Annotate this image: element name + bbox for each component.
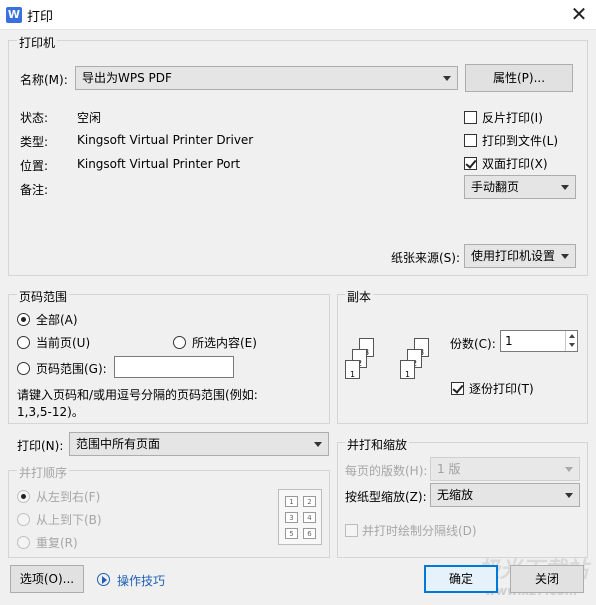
page-number: 1	[404, 370, 411, 379]
copies-count-value: 1	[505, 334, 513, 348]
reverse-print-checkbox[interactable]	[464, 111, 477, 124]
order-top-to-bottom-label[interactable]: 从上到下(B)	[36, 511, 102, 528]
duplex-label[interactable]: 双面打印(X)	[482, 155, 548, 172]
play-circle-icon[interactable]	[97, 573, 110, 586]
close-icon[interactable]: ✕	[566, 2, 592, 26]
layout-cell: 5	[285, 528, 298, 539]
collate-label[interactable]: 逐份打印(T)	[469, 380, 534, 397]
where-value: Kingsoft Virtual Printer Port	[77, 157, 241, 171]
print-what-value: 范围中所有页面	[76, 437, 161, 451]
page-range-group-title: 页码范围	[17, 288, 70, 305]
printer-name-value: 导出为WPS PDF	[82, 71, 172, 85]
scale-select[interactable]: 无缩放	[430, 483, 580, 507]
order-layout-preview: 1 2 3 4 5 6	[278, 489, 322, 545]
layout-cell: 6	[303, 528, 316, 539]
page-range-all-radio[interactable]	[17, 313, 30, 326]
layout-cell-number: 3	[289, 514, 294, 522]
chevron-down-icon	[561, 185, 569, 190]
layout-cell-number: 1	[289, 498, 294, 506]
type-value: Kingsoft Virtual Printer Driver	[77, 133, 254, 147]
uncollated-pages-illustration: 3 2 1	[345, 338, 391, 390]
page-range-pages-radio[interactable]	[17, 362, 30, 375]
order-repeat-radio[interactable]	[17, 536, 30, 549]
paper-source-select[interactable]: 使用打印机设置	[464, 244, 576, 268]
copies-count-label: 份数(C):	[450, 337, 496, 351]
page-range-current-label[interactable]: 当前页(U)	[36, 334, 90, 351]
chevron-down-icon	[565, 493, 573, 498]
duplex-checkbox[interactable]	[464, 157, 477, 170]
page-range-selection-radio[interactable]	[173, 336, 186, 349]
order-left-to-right-label[interactable]: 从左到右(F)	[36, 488, 100, 505]
pages-per-sheet-select[interactable]: 1 版	[430, 457, 580, 481]
status-label: 状态:	[20, 111, 49, 125]
status-value: 空闲	[77, 111, 102, 125]
order-left-to-right-radio[interactable]	[17, 490, 30, 503]
duplex-mode-select[interactable]: 手动翻页	[464, 175, 576, 199]
order-top-to-bottom-radio[interactable]	[17, 513, 30, 526]
page-number: 1	[349, 370, 356, 379]
copies-count-input[interactable]: 1	[500, 330, 578, 352]
order-group-title: 并打顺序	[17, 464, 70, 481]
close-button[interactable]: 关闭	[510, 565, 584, 593]
copies-spinner[interactable]	[565, 331, 577, 351]
spin-up-icon[interactable]	[569, 334, 575, 338]
comment-label: 备注:	[20, 183, 49, 197]
properties-button[interactable]: 属性(P)...	[465, 64, 573, 92]
collated-pages-illustration: 3 2 1	[400, 338, 446, 390]
paper-source-label: 纸张来源(S):	[391, 251, 461, 265]
pages-per-sheet-value: 1 版	[437, 462, 461, 476]
page-range-all-label[interactable]: 全部(A)	[36, 311, 78, 328]
printer-group-title: 打印机	[17, 34, 58, 51]
page-range-hint-line2: 1,3,5-12)。	[17, 405, 84, 419]
layout-cell-number: 4	[307, 514, 312, 522]
page-range-current-radio[interactable]	[17, 336, 30, 349]
page-range-input[interactable]	[114, 356, 234, 378]
chevron-down-icon	[561, 254, 569, 259]
reverse-print-label[interactable]: 反片打印(I)	[482, 109, 543, 126]
printer-name-select[interactable]: 导出为WPS PDF	[75, 66, 458, 90]
layout-cell-number: 6	[307, 530, 312, 538]
print-to-file-checkbox[interactable]	[464, 134, 477, 147]
collate-checkbox[interactable]	[451, 382, 464, 395]
print-to-file-label[interactable]: 打印到文件(L)	[482, 132, 558, 149]
zoom-group-title: 并打和缩放	[345, 436, 410, 453]
layout-cell-number: 5	[289, 530, 294, 538]
page-icon: 1	[400, 360, 415, 379]
play-triangle	[102, 576, 107, 584]
order-repeat-label[interactable]: 重复(R)	[36, 534, 78, 551]
paper-source-value: 使用打印机设置	[471, 249, 556, 263]
chevron-down-icon	[443, 76, 451, 81]
layout-cell: 1	[285, 496, 298, 507]
ok-button[interactable]: 确定	[424, 565, 498, 593]
layout-cell-number: 2	[307, 498, 312, 506]
page-range-hint-line1: 请键入页码和/或用逗号分隔的页码范围(例如:	[17, 388, 258, 402]
print-what-label: 打印(N):	[17, 439, 64, 453]
draw-borders-label[interactable]: 并打时绘制分隔线(D)	[362, 522, 477, 539]
page-icon: 1	[345, 360, 360, 379]
pages-per-sheet-label: 每页的版数(H):	[345, 464, 428, 478]
scale-label: 按纸型缩放(Z):	[345, 490, 427, 504]
title-bar: W 打印 ✕	[0, 0, 596, 30]
where-label: 位置:	[20, 159, 49, 173]
layout-cell: 4	[303, 512, 316, 523]
printer-name-label: 名称(M):	[20, 73, 68, 87]
chevron-down-icon	[314, 442, 322, 447]
wps-logo-icon: W	[6, 7, 22, 23]
copies-group-title: 副本	[345, 288, 374, 305]
print-what-select[interactable]: 范围中所有页面	[69, 432, 329, 456]
page-range-pages-label[interactable]: 页码范围(G):	[36, 360, 107, 377]
tips-link[interactable]: 操作技巧	[117, 572, 165, 589]
page-range-selection-label[interactable]: 所选内容(E)	[192, 334, 257, 351]
draw-borders-checkbox[interactable]	[345, 524, 358, 537]
options-button[interactable]: 选项(O)...	[10, 565, 84, 593]
layout-cell: 2	[303, 496, 316, 507]
spin-down-icon[interactable]	[569, 343, 575, 347]
layout-cell: 3	[285, 512, 298, 523]
duplex-mode-value: 手动翻页	[471, 180, 520, 194]
scale-value: 无缩放	[437, 488, 474, 502]
chevron-down-icon	[565, 467, 573, 472]
type-label: 类型:	[20, 135, 49, 149]
window-title: 打印	[27, 10, 54, 25]
